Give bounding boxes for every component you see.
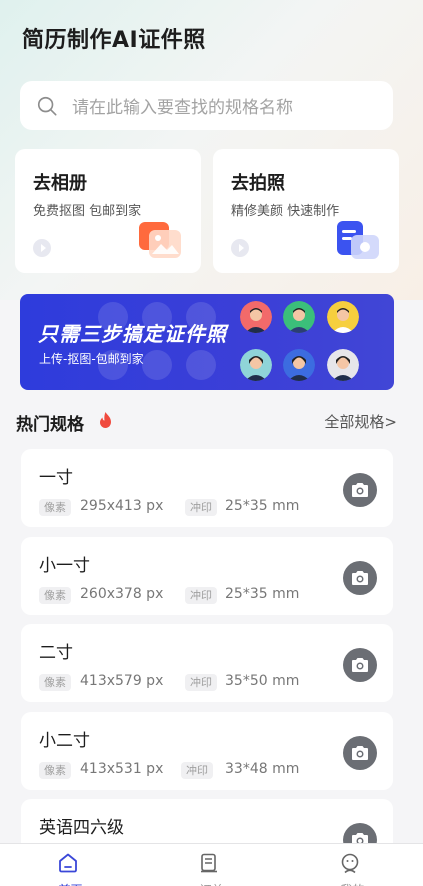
pixel-value: 413x531 px [80,760,164,777]
pixel-value: 260x378 px [80,585,164,602]
page-title: 简历制作AI证件照 [22,28,206,53]
tab-orders[interactable]: 订单 [141,844,282,886]
avatar-icon [240,301,272,333]
album-icon [139,222,181,258]
print-tag: 冲印 [185,674,217,691]
camera-go-icon [231,239,249,257]
promo-banner[interactable]: 只需三步搞定证件照 上传-抠图-包邮到家 [20,294,394,390]
spec-name: 二寸 [39,643,73,663]
fire-icon [100,412,111,428]
pixel-value: 295x413 px [80,498,164,514]
orders-icon [201,853,217,873]
print-tag: 冲印 [185,586,217,604]
spec-card[interactable]: 小一寸 像素 260x378 px 冲印 25*35 mm [21,536,393,615]
camera-icon [352,745,368,760]
tab-home[interactable]: 首页 [0,844,141,886]
pixel-tag: 像素 [39,674,71,691]
profile-icon [341,853,359,874]
spec-name: 一寸 [39,468,73,488]
avatar-placeholder [142,350,172,380]
avatar-icon [327,349,359,381]
spec-card[interactable]: 小二寸 像素 413x531 px 冲印 33*48 mm [21,711,393,790]
avatar-icon [283,349,315,381]
camera-card[interactable]: 去拍照 精修美颜 快速制作 [213,149,399,273]
spec-list: 一寸 像素 295x413 px 冲印 25*35 mm 小一寸 像素 260x… [21,449,393,886]
avatar-icon [240,349,272,381]
spec-name: 小一寸 [39,555,90,576]
camera-button[interactable] [343,735,377,770]
camera-subtitle: 精修美颜 快速制作 [231,204,340,219]
search-placeholder: 请在此输入要查找的规格名称 [72,98,293,118]
hot-specs-header: 热门规格 全部规格> [16,410,397,435]
avatar-icon [283,301,315,333]
print-tag: 冲印 [181,761,213,779]
camera-button[interactable] [343,648,377,682]
tab-label: 订单 [141,881,282,886]
search-icon [37,96,57,116]
tab-label: 我的 [282,881,423,886]
spec-name: 小二寸 [39,730,90,751]
print-tag: 冲印 [185,499,217,516]
print-value: 25*35 mm [225,498,300,514]
pixel-tag: 像素 [39,761,71,779]
banner-subtitle: 上传-抠图-包邮到家 [39,352,144,366]
album-subtitle: 免费抠图 包邮到家 [33,204,142,219]
album-go-icon [33,239,51,257]
print-value: 33*48 mm [225,760,300,777]
bottom-tab-bar: 首页 订单 我的 [0,843,423,886]
tab-label: 首页 [0,881,141,886]
print-value: 25*35 mm [225,585,300,602]
all-specs-link[interactable]: 全部规格> [324,411,397,432]
camera-button[interactable] [343,560,377,595]
section-title: 热门规格 [16,415,84,435]
spec-card[interactable]: 一寸 像素 295x413 px 冲印 25*35 mm [21,449,393,527]
avatar-placeholder [186,350,216,380]
camera-button[interactable] [343,473,377,507]
spec-name: 英语四六级 [39,818,124,838]
album-title: 去相册 [33,173,87,194]
pixel-value: 413x579 px [80,673,164,689]
camera-icon [352,483,368,497]
camera-icon [352,658,368,672]
pixel-tag: 像素 [39,586,71,604]
banner-title: 只需三步搞定证件照 [38,322,227,346]
spec-card[interactable]: 二寸 像素 413x579 px 冲印 35*50 mm [21,624,393,702]
home-icon [59,853,77,873]
album-card[interactable]: 去相册 免费抠图 包邮到家 [15,149,201,273]
tab-profile[interactable]: 我的 [282,844,423,886]
search-bar[interactable]: 请在此输入要查找的规格名称 [20,81,393,130]
camera-icon [337,221,379,259]
print-value: 35*50 mm [225,673,300,689]
avatar-icon [327,301,359,333]
camera-title: 去拍照 [231,173,285,194]
pixel-tag: 像素 [39,499,71,516]
camera-icon [352,570,368,585]
